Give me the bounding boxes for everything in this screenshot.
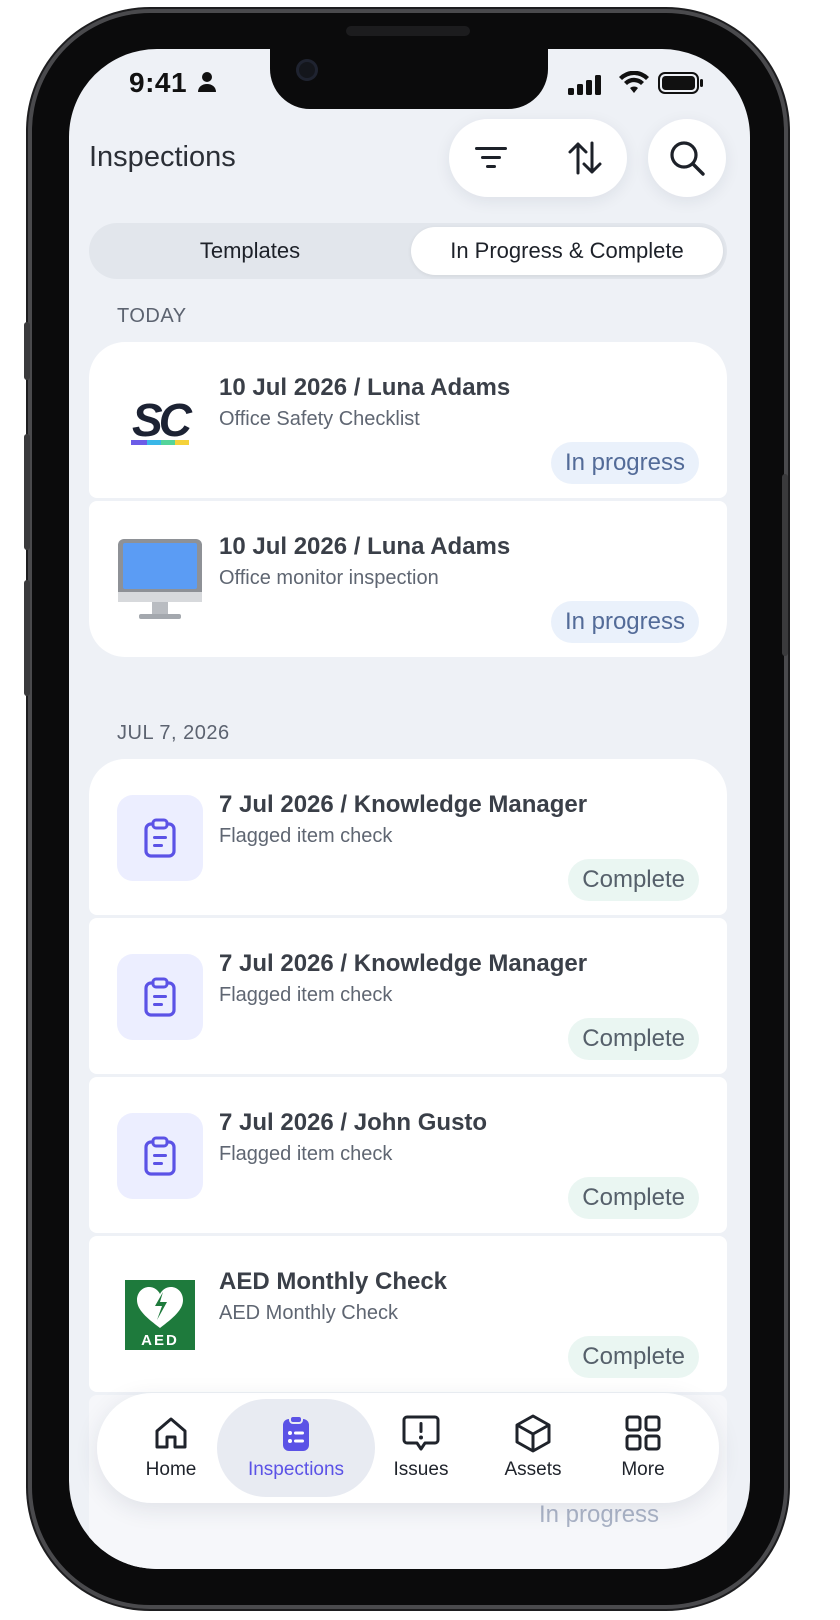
view-segmented-control: Templates In Progress & Complete bbox=[89, 223, 727, 279]
sc-logo-text: SC bbox=[132, 394, 193, 446]
screen: 9:41 Inspections Templates In Progress &… bbox=[69, 49, 750, 1569]
section-header-today: TODAY bbox=[117, 305, 187, 327]
card-title: 10 Jul 2026 / Luna Adams bbox=[219, 374, 511, 401]
tab-in-progress-complete[interactable]: In Progress & Complete bbox=[411, 227, 723, 275]
volume-down-button bbox=[24, 580, 30, 696]
status-badge: Complete bbox=[568, 1336, 699, 1378]
sc-logo: SC bbox=[117, 378, 203, 464]
sort-icon bbox=[568, 141, 602, 175]
card-title: AED Monthly Check bbox=[219, 1268, 448, 1295]
inspection-card[interactable]: 7 Jul 2026 / Knowledge Manager Flagged i… bbox=[89, 918, 727, 1074]
clipboard-icon bbox=[144, 977, 176, 1017]
home-icon bbox=[155, 1417, 187, 1449]
nav-issues[interactable]: Issues bbox=[365, 1399, 477, 1497]
status-badge: In progress bbox=[550, 442, 699, 484]
card-title: 7 Jul 2026 / John Gusto bbox=[219, 1109, 488, 1136]
bottom-navigation: Home Inspections Issues Assets More bbox=[97, 1393, 719, 1503]
nav-label: Home bbox=[145, 1459, 197, 1480]
header-actions bbox=[449, 119, 627, 197]
monitor-thumbnail bbox=[117, 537, 203, 623]
nav-label: Assets bbox=[504, 1459, 562, 1480]
nav-assets[interactable]: Assets bbox=[477, 1399, 589, 1497]
battery-icon bbox=[658, 71, 704, 100]
card-subtitle: Flagged item check bbox=[219, 1143, 393, 1165]
earpiece-speaker bbox=[346, 26, 470, 36]
volume-up-button bbox=[24, 434, 30, 550]
person-icon bbox=[197, 71, 217, 98]
front-camera bbox=[296, 59, 318, 81]
card-subtitle: Flagged item check bbox=[219, 984, 393, 1006]
filter-icon bbox=[475, 147, 507, 168]
inspection-card[interactable]: SC 10 Jul 2026 / Luna Adams Office Safet… bbox=[89, 342, 727, 498]
issues-icon bbox=[402, 1415, 440, 1451]
status-time: 9:41 bbox=[129, 67, 188, 98]
section-header-jul-7: JUL 7, 2026 bbox=[117, 722, 230, 744]
nav-more[interactable]: More bbox=[587, 1399, 699, 1497]
wifi-icon bbox=[618, 70, 650, 100]
card-title: 10 Jul 2026 / Luna Adams bbox=[219, 533, 511, 560]
notch bbox=[270, 49, 548, 109]
clipboard-icon bbox=[144, 818, 176, 858]
inspection-card[interactable]: AED AED Monthly Check AED Monthly Check … bbox=[89, 1236, 727, 1392]
partial-status-badge: In progress bbox=[539, 1501, 660, 1528]
nav-home[interactable]: Home bbox=[115, 1399, 227, 1497]
aed-logo: AED bbox=[117, 1272, 203, 1358]
status-badge: Complete bbox=[568, 1018, 699, 1060]
card-title: 7 Jul 2026 / Knowledge Manager bbox=[219, 791, 588, 818]
cellular-signal-icon bbox=[568, 75, 604, 100]
card-subtitle: AED Monthly Check bbox=[219, 1302, 398, 1324]
more-grid-icon bbox=[625, 1415, 661, 1451]
inspection-card[interactable]: 7 Jul 2026 / John Gusto Flagged item che… bbox=[89, 1077, 727, 1233]
card-subtitle: Flagged item check bbox=[219, 825, 393, 847]
card-subtitle: Office monitor inspection bbox=[219, 567, 439, 589]
nav-label: Inspections bbox=[247, 1459, 345, 1480]
clipboard-thumbnail bbox=[117, 954, 203, 1040]
search-button[interactable] bbox=[648, 119, 726, 197]
inspection-card[interactable]: 10 Jul 2026 / Luna Adams Office monitor … bbox=[89, 501, 727, 657]
status-badge: Complete bbox=[568, 859, 699, 901]
status-badge: Complete bbox=[568, 1177, 699, 1219]
status-badge: In progress bbox=[550, 601, 699, 643]
card-title: 7 Jul 2026 / Knowledge Manager bbox=[219, 950, 588, 977]
clipboard-icon bbox=[144, 1136, 176, 1176]
filter-button[interactable] bbox=[469, 136, 513, 180]
power-button bbox=[782, 474, 788, 656]
nav-label: Issues bbox=[393, 1459, 449, 1480]
nav-label: More bbox=[621, 1459, 665, 1480]
clipboard-thumbnail bbox=[117, 795, 203, 881]
mute-switch bbox=[24, 322, 30, 380]
tab-templates[interactable]: Templates bbox=[93, 227, 407, 275]
search-icon bbox=[670, 141, 705, 176]
nav-inspections[interactable]: Inspections bbox=[217, 1399, 375, 1497]
inspection-card[interactable]: 7 Jul 2026 / Knowledge Manager Flagged i… bbox=[89, 759, 727, 915]
clipboard-thumbnail bbox=[117, 1113, 203, 1199]
assets-icon bbox=[515, 1414, 551, 1453]
sort-button[interactable] bbox=[563, 136, 607, 180]
aed-logo-text: AED bbox=[141, 1332, 179, 1349]
page-title: Inspections bbox=[89, 141, 236, 173]
card-subtitle: Office Safety Checklist bbox=[219, 408, 420, 430]
inspections-icon bbox=[283, 1415, 309, 1451]
